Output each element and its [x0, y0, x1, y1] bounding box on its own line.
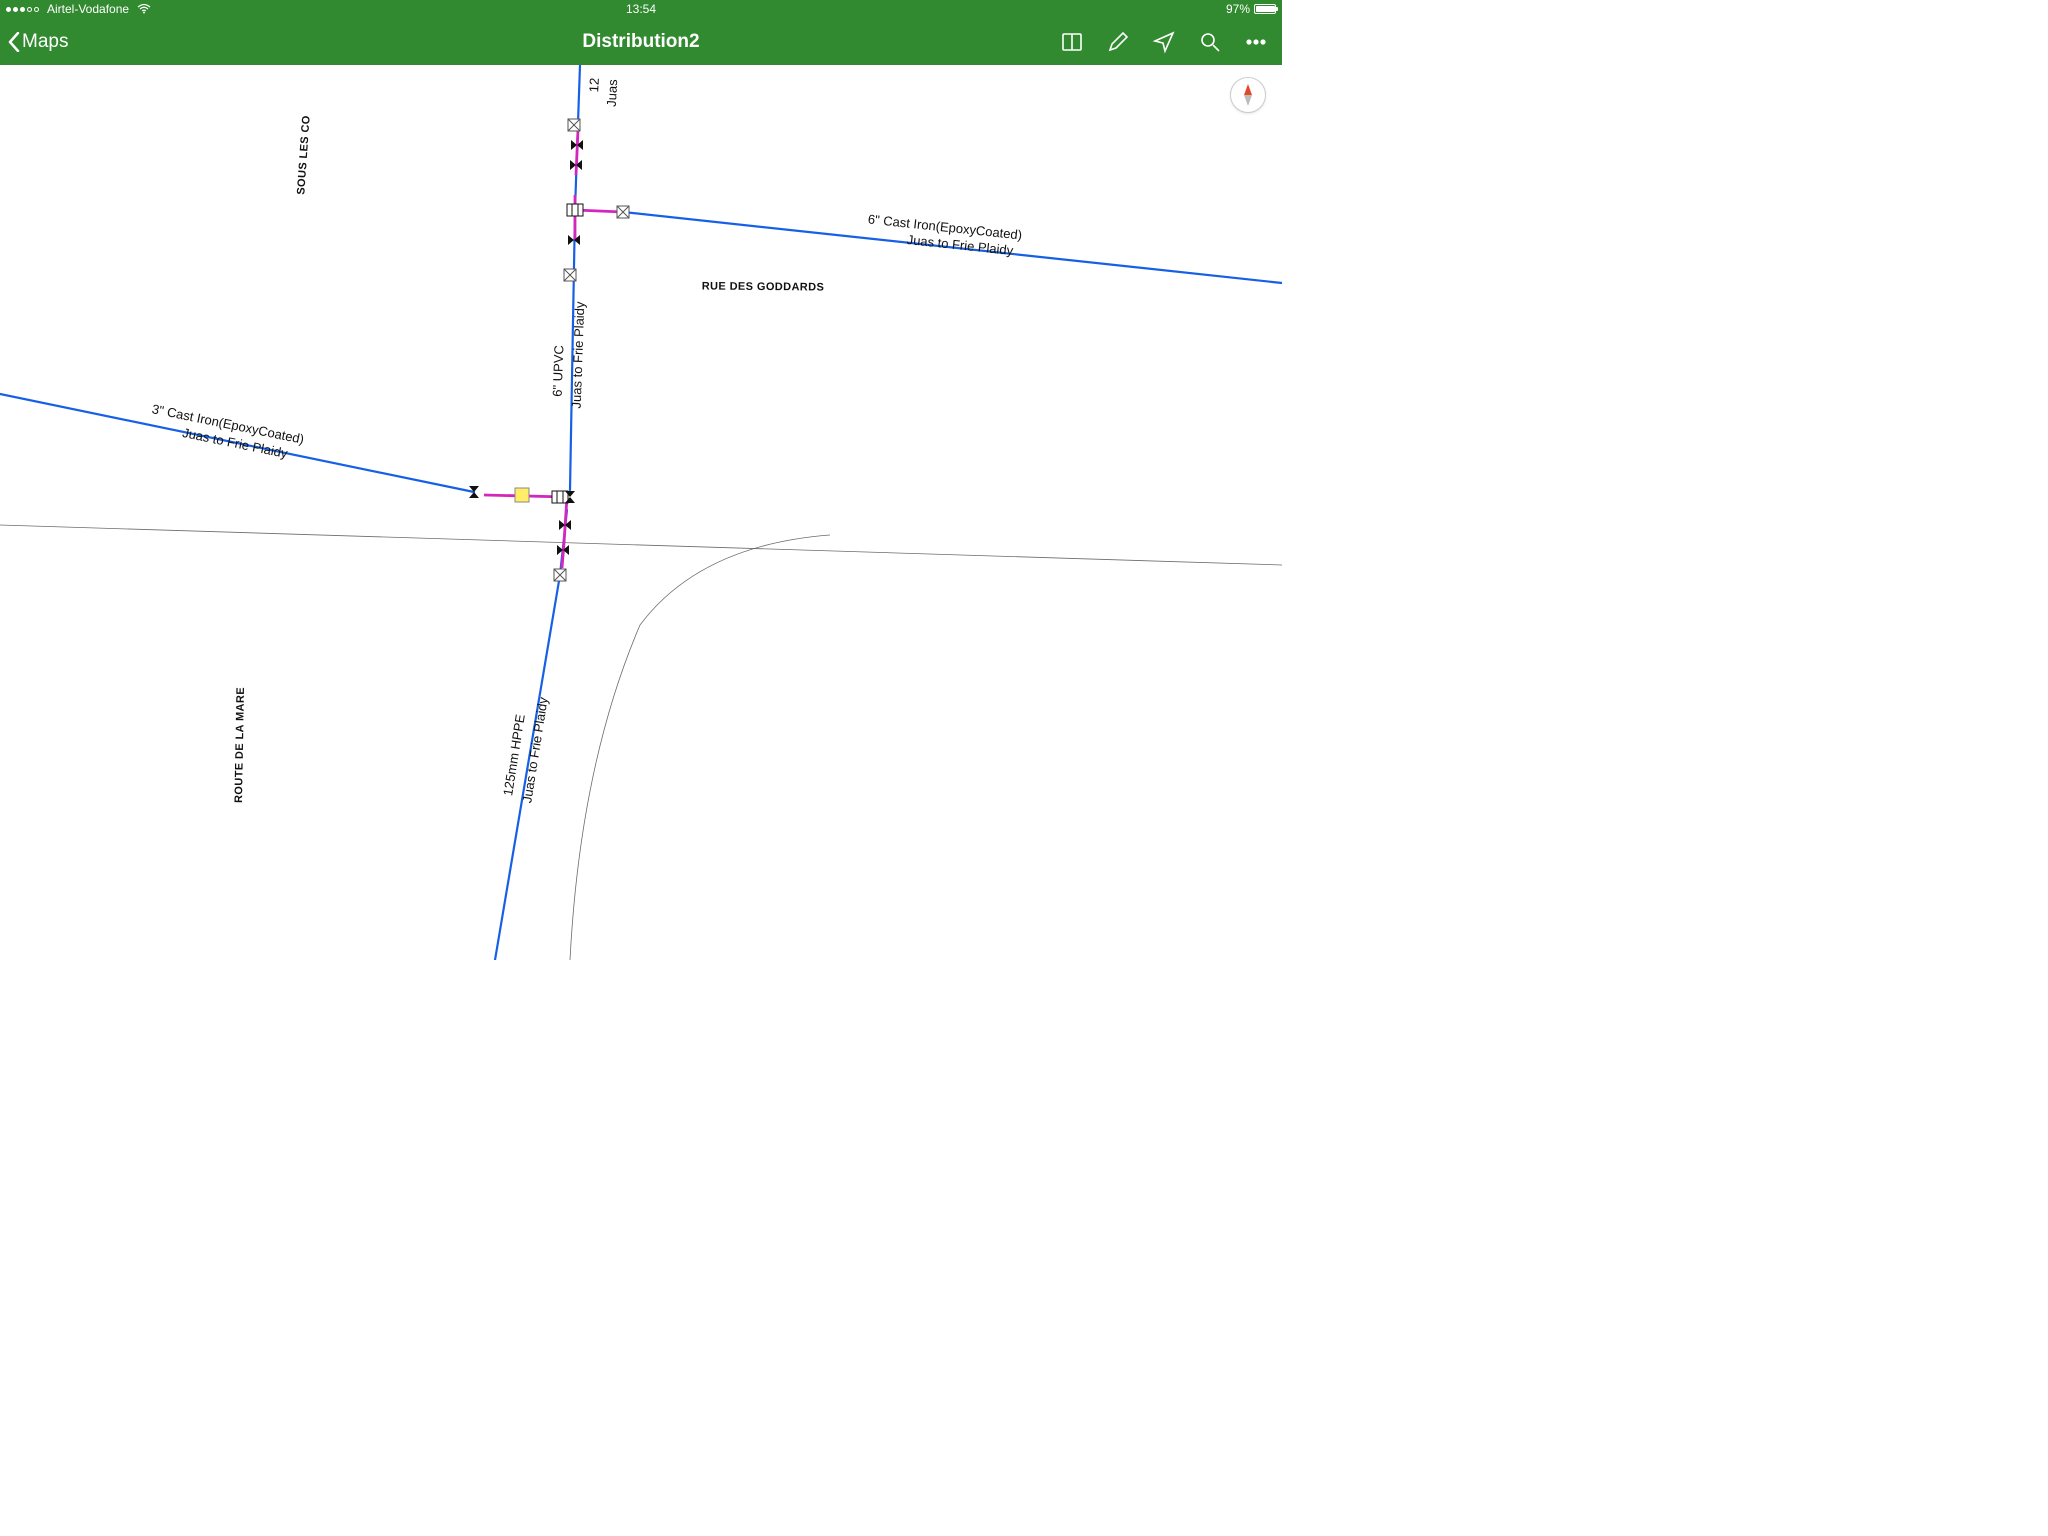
map-canvas[interactable]: SOUS LES CO RUE DES GODDARDS ROUTE DE LA…	[0, 65, 1282, 960]
status-right: 97%	[1226, 2, 1276, 16]
street-label: RUE DES GODDARDS	[702, 280, 825, 293]
compass-button[interactable]	[1230, 77, 1266, 113]
pipe-route: Juas	[604, 79, 620, 107]
pipe-spec: 12	[586, 77, 602, 92]
nav-bar: Maps Distribution2	[0, 18, 1282, 65]
carrier-label: Airtel-Vodafone	[47, 2, 129, 16]
battery-pct: 97%	[1226, 2, 1250, 16]
back-button[interactable]: Maps	[8, 31, 68, 53]
page-title: Distribution2	[582, 31, 699, 53]
status-bar: Airtel-Vodafone 13:54 97%	[0, 0, 1282, 18]
map-svg	[0, 65, 1282, 960]
pencil-icon[interactable]	[1106, 30, 1130, 54]
street-label: ROUTE DE LA MARE	[233, 687, 247, 803]
more-icon[interactable]	[1244, 30, 1268, 54]
back-label: Maps	[22, 31, 68, 53]
nav-actions	[1060, 30, 1274, 54]
status-left: Airtel-Vodafone	[6, 2, 151, 16]
clock: 13:54	[626, 2, 656, 16]
signal-dots-icon	[6, 7, 39, 12]
book-icon[interactable]	[1060, 30, 1084, 54]
chevron-left-icon	[8, 32, 20, 52]
location-arrow-icon[interactable]	[1152, 30, 1176, 54]
search-icon[interactable]	[1198, 30, 1222, 54]
compass-needle-icon	[1238, 83, 1258, 107]
battery-icon	[1254, 4, 1276, 14]
wifi-icon	[137, 4, 151, 14]
pipe-spec: 6" UPVC	[550, 345, 567, 397]
